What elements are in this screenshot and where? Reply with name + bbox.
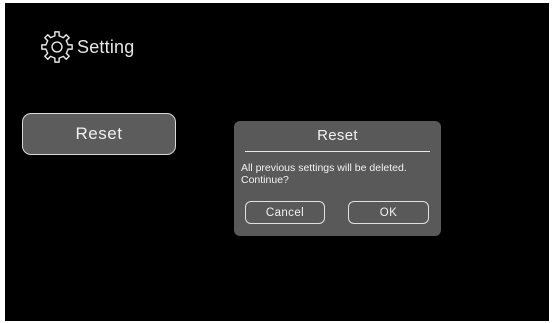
dialog-title: Reset — [317, 127, 358, 144]
page-title: Setting — [77, 36, 135, 57]
ok-button[interactable]: OK — [348, 201, 429, 224]
dialog-message: All previous settings will be deleted. C… — [241, 162, 437, 186]
header: Setting — [39, 27, 134, 67]
settings-screen: Setting Reset Reset All previous setting… — [5, 3, 549, 321]
gear-icon — [41, 31, 73, 63]
dialog-divider — [245, 151, 430, 152]
reset-button[interactable]: Reset — [22, 113, 176, 155]
dialog-message-line1: All previous settings will be deleted. — [241, 162, 407, 174]
cancel-button[interactable]: Cancel — [245, 201, 325, 224]
reset-dialog: Reset All previous settings will be dele… — [234, 121, 441, 236]
dialog-message-line2: Continue? — [241, 174, 289, 186]
